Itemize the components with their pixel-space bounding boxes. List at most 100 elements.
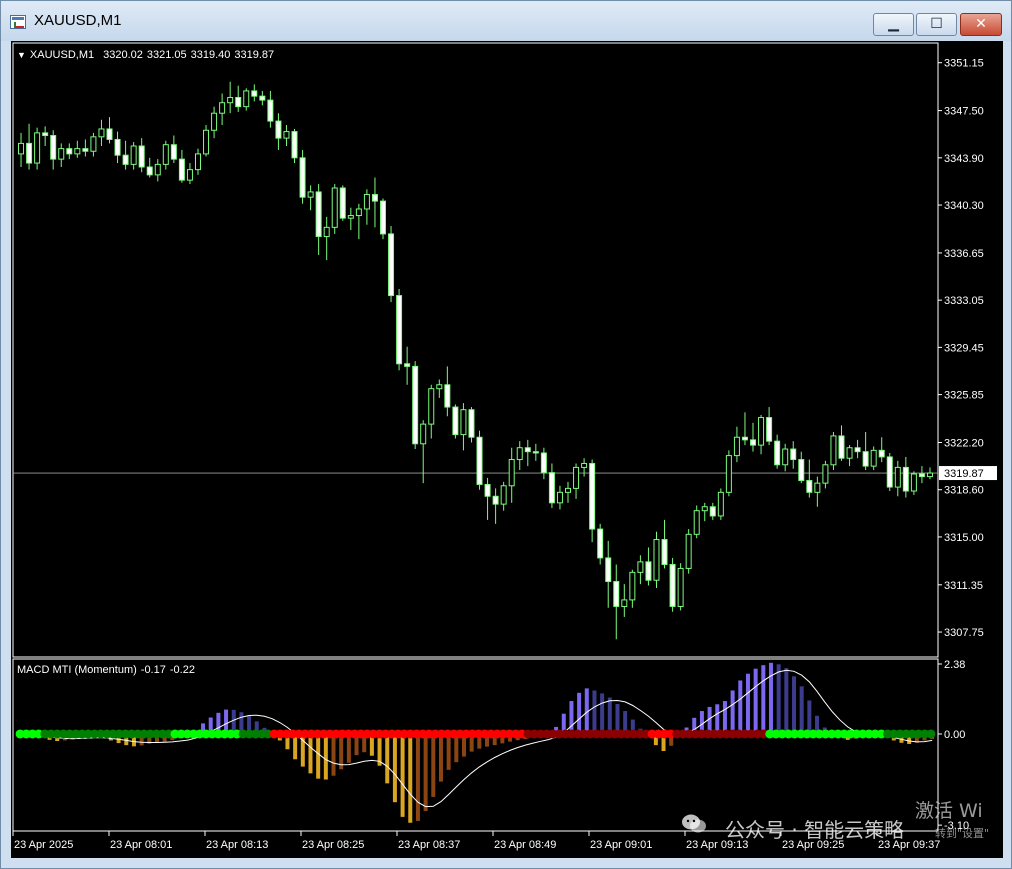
indicator-value-2: -0.22: [169, 664, 195, 676]
candle-body: [211, 112, 218, 131]
price-axis-label: 3315.00: [944, 532, 984, 544]
candle-body: [18, 142, 25, 155]
title-bar[interactable]: XAUUSD,M1 ▁ ☐ ✕: [1, 1, 1011, 41]
time-axis-label: 23 Apr 08:49: [494, 839, 556, 851]
price-axis-label: 3325.85: [944, 390, 984, 402]
candle-body: [685, 533, 692, 569]
price-axis-label: 3343.90: [944, 153, 984, 165]
candle-body: [186, 169, 193, 181]
candle-body: [508, 459, 515, 487]
symbol-menu-triangle-icon[interactable]: ▼: [17, 50, 26, 60]
candle-body: [597, 528, 604, 559]
candle-body: [798, 459, 805, 482]
chart-area[interactable]: 3351.15 3347.50 3343.90 3340.30 3336.65 3333.…: [11, 41, 1003, 858]
indicator-value-1: -0.17: [140, 664, 166, 676]
candle-body: [894, 466, 901, 488]
candle-body: [516, 447, 523, 461]
candle-body: [178, 158, 185, 181]
histogram-bar: [792, 676, 797, 734]
candle-body: [581, 462, 588, 468]
histogram-bar: [807, 700, 812, 734]
candle-body: [701, 506, 708, 512]
histogram-bar: [423, 733, 428, 812]
candle-body: [34, 132, 41, 164]
candle-body: [267, 99, 274, 122]
candle-body: [709, 506, 716, 517]
candle-body: [444, 384, 451, 408]
price-and-indicator-chart[interactable]: 3351.15 3347.50 3343.90 3340.30 3336.65 3333.…: [11, 41, 1003, 858]
momentum-dot: [926, 729, 936, 739]
candle-body: [331, 187, 338, 228]
candle-body: [452, 406, 459, 436]
histogram-bar: [385, 733, 390, 784]
price-axis-label: 3336.65: [944, 248, 984, 260]
candle-body: [766, 417, 773, 442]
price-axis-label: 3333.05: [944, 295, 984, 307]
indicator-name: MACD MTI (Momentum): [17, 664, 137, 676]
candle-body: [420, 423, 427, 445]
histogram-bar: [715, 704, 720, 734]
candle-body: [878, 449, 885, 458]
candle-body: [412, 365, 419, 445]
candle-body: [106, 128, 113, 140]
histogram-bar: [753, 668, 758, 734]
histogram-bar: [738, 680, 743, 734]
indicator-pane-border: [12, 658, 939, 832]
candle-body: [629, 571, 636, 601]
candle-body: [741, 436, 748, 441]
candle-body: [50, 135, 57, 160]
candle-body: [388, 233, 395, 297]
watermark-text: 公众号 · 智能云策略: [725, 818, 905, 842]
histogram-bar: [431, 733, 436, 797]
candle-body: [910, 473, 917, 492]
maximize-button[interactable]: ☐: [916, 13, 957, 36]
candle-body: [396, 295, 403, 365]
ohlc-close: 3319.87: [234, 49, 275, 61]
candle-body: [26, 142, 33, 164]
candle-body: [637, 561, 644, 573]
histogram-bar: [438, 733, 443, 782]
minimize-button[interactable]: ▁: [873, 13, 914, 36]
candle-body: [203, 129, 210, 155]
symbol-name: XAUUSD,M1: [29, 49, 95, 61]
candle-body: [846, 447, 853, 459]
candle-body: [565, 487, 572, 493]
candle-body: [750, 439, 757, 446]
candle-body: [315, 191, 322, 238]
close-button[interactable]: ✕: [960, 13, 1002, 36]
candle-body: [677, 567, 684, 607]
histogram-bar: [415, 733, 420, 822]
candle-body: [476, 436, 483, 485]
histogram-bar: [316, 733, 321, 779]
candle-body: [733, 436, 740, 457]
price-axis-label: 3329.45: [944, 342, 984, 354]
symbol-header: ▼ XAUUSD,M1 3320.02 3321.05 3319.40 3319.87: [17, 49, 278, 61]
histogram-bar: [400, 733, 405, 817]
candle-body: [484, 483, 491, 497]
candle-body: [500, 485, 507, 505]
candle-body: [436, 384, 443, 390]
chart-window-icon: [10, 15, 26, 29]
price-axis-label: 3351.15: [944, 58, 984, 70]
candle-body: [371, 194, 378, 202]
candle-body: [339, 187, 346, 219]
chart-window: XAUUSD,M1 ▁ ☐ ✕ 3351.15 3347.50 3343.90 334…: [0, 0, 1012, 869]
candle-body: [347, 215, 354, 219]
candle-body: [170, 144, 177, 160]
candle-body: [621, 599, 628, 607]
candle-body: [42, 132, 49, 137]
candle-body: [162, 144, 169, 165]
price-axis-label: 3347.50: [944, 106, 984, 118]
activate-windows-subtext: 转到"设置": [935, 827, 990, 840]
candle-body: [870, 449, 877, 467]
price-axis-label: 3307.75: [944, 627, 984, 639]
candle-body: [790, 448, 797, 461]
candle-body: [66, 148, 73, 155]
candle-body: [573, 466, 580, 489]
price-axis-label: 3311.35: [944, 580, 983, 592]
candle-body: [717, 491, 724, 517]
candle-body: [886, 456, 893, 488]
candle-body: [299, 157, 306, 198]
candle-body: [114, 138, 121, 156]
candle-body: [82, 148, 89, 152]
